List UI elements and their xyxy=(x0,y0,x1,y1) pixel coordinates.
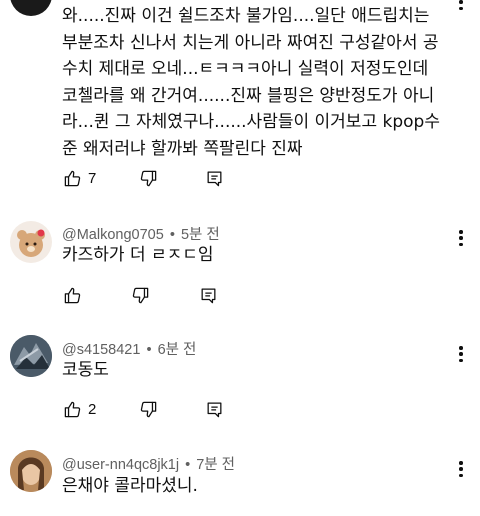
thumb-down-icon[interactable] xyxy=(130,285,150,305)
comment-text: 은채야 콜라마셨니. xyxy=(62,476,198,496)
meta-separator: • xyxy=(185,457,191,473)
avatar[interactable] xyxy=(10,450,52,492)
comment-meta: @user-nn4qc8jk1j • 7분 전 xyxy=(62,453,235,474)
like-count: 2 xyxy=(88,400,97,418)
comment-actions: 2 xyxy=(62,398,224,420)
avatar[interactable] xyxy=(10,221,52,263)
like-count: 7 xyxy=(88,169,97,187)
comment-time: 6분 전 xyxy=(157,342,197,358)
reply-icon[interactable] xyxy=(204,168,224,188)
meta-separator: • xyxy=(169,227,175,243)
thumb-down-icon[interactable] xyxy=(138,168,158,188)
more-options-icon[interactable] xyxy=(456,226,466,250)
avatar[interactable] xyxy=(10,0,52,16)
comment-meta: @s4158421 • 6분 전 xyxy=(62,338,196,359)
comment-item: @s4158421 • 6분 전 코동도 2 xyxy=(0,325,480,430)
comment-text: 코동도 xyxy=(62,360,109,380)
author-name[interactable]: @user-nn4qc8jk1j xyxy=(62,457,179,473)
author-name[interactable]: @s4158421 xyxy=(62,342,140,358)
thumb-up-icon[interactable] xyxy=(62,399,82,419)
meta-separator: • xyxy=(146,342,152,358)
comment-item: @user-nn4qc8jk1j • 7분 전 은채야 콜라마셨니. xyxy=(0,440,480,516)
comment-text: 카즈하가 더 ㄹㅈㄷ임 xyxy=(62,245,214,265)
thumb-up-icon[interactable] xyxy=(62,168,82,188)
comment-meta: @Malkong0705 • 5분 전 xyxy=(62,223,220,244)
thumb-up-icon[interactable] xyxy=(62,285,82,305)
more-options-icon[interactable] xyxy=(456,0,466,14)
comment-actions xyxy=(62,284,218,306)
comment-time: 7분 전 xyxy=(196,457,236,473)
comment-actions: 7 xyxy=(62,167,224,189)
avatar[interactable] xyxy=(10,335,52,377)
author-name[interactable]: @Malkong0705 xyxy=(62,227,164,243)
thumb-down-icon[interactable] xyxy=(138,399,158,419)
comment-time: 5분 전 xyxy=(180,227,220,243)
comment-item: @Malkong0705 • 5분 전 카즈하가 더 ㄹㅈㄷ임 xyxy=(0,210,480,315)
reply-icon[interactable] xyxy=(204,399,224,419)
comment-item: 와.....진짜 이건 쉴드조차 불가임....일단 애드립치는 부분조차 신나… xyxy=(0,0,480,196)
comment-text: 와.....진짜 이건 쉴드조차 불가임....일단 애드립치는 부분조차 신나… xyxy=(62,6,440,159)
reply-icon[interactable] xyxy=(198,285,218,305)
more-options-icon[interactable] xyxy=(456,457,466,481)
more-options-icon[interactable] xyxy=(456,342,466,366)
